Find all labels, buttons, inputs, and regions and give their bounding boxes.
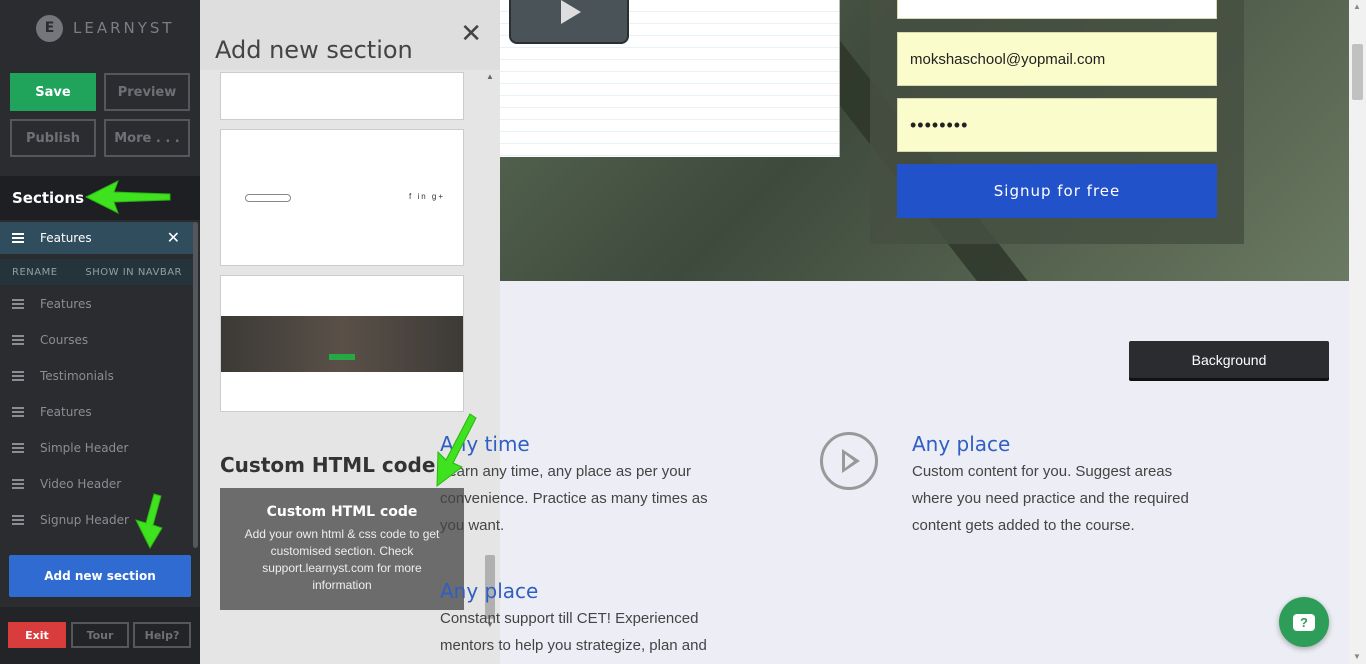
panel-scrollbar[interactable]: ▲ ▼	[485, 72, 495, 632]
section-item[interactable]: Simple Header	[0, 430, 194, 466]
section-template-thumbnail[interactable]	[220, 72, 464, 120]
chat-button[interactable]: ?	[1279, 597, 1329, 647]
signup-button[interactable]: Signup for free	[897, 164, 1217, 218]
section-item-label: Simple Header	[40, 441, 129, 455]
play-icon[interactable]	[509, 0, 629, 44]
feature-title: Any place	[912, 432, 1011, 456]
active-section-item[interactable]: Features ✕	[0, 222, 194, 254]
signup-form: mokshaschool@yopmail.com •••••••• Signup…	[870, 0, 1244, 244]
app-root: E LEARNYST Save Preview Publish More . .…	[0, 0, 1366, 664]
play-circle-icon	[820, 432, 878, 490]
page-scroll-thumb[interactable]	[1352, 44, 1363, 100]
hero-section: mokshaschool@yopmail.com •••••••• Signup…	[500, 0, 1349, 281]
show-in-navbar-link[interactable]: SHOW IN NAVBAR	[85, 267, 182, 278]
drag-handle-icon[interactable]	[12, 477, 24, 491]
drag-handle-icon[interactable]	[12, 441, 24, 455]
drag-handle-icon[interactable]	[12, 297, 24, 311]
scroll-down-icon[interactable]: ▼	[1353, 652, 1361, 661]
tour-button[interactable]: Tour	[71, 622, 129, 648]
name-field[interactable]	[897, 0, 1217, 19]
sidebar-scrollbar[interactable]	[193, 222, 198, 548]
save-button[interactable]: Save	[10, 73, 96, 111]
section-item[interactable]: Features	[0, 394, 194, 430]
section-item-label: Video Header	[40, 477, 122, 491]
more-button[interactable]: More . . .	[104, 119, 190, 157]
left-sidebar: E LEARNYST Save Preview Publish More . .…	[0, 0, 200, 664]
help-button[interactable]: Help?	[133, 622, 191, 648]
add-new-section-button[interactable]: Add new section	[9, 555, 191, 597]
logo-icon: E	[36, 14, 63, 42]
section-item-label: Features	[40, 405, 92, 419]
close-icon[interactable]: ✕	[167, 228, 180, 247]
scroll-up-icon[interactable]: ▲	[486, 72, 494, 81]
feature-description: Constant support till CET! Experienced m…	[440, 610, 707, 654]
thumbnail-button	[329, 354, 355, 360]
active-section-actions: RENAME SHOW IN NAVBAR	[0, 259, 194, 285]
preview-button[interactable]: Preview	[104, 73, 190, 111]
logo: E LEARNYST	[36, 14, 175, 42]
play-triangle-inner	[845, 454, 854, 468]
feature-description: Custom content for you. Suggest areas wh…	[912, 463, 1189, 534]
section-item-label: Features	[40, 297, 92, 311]
custom-card-title: Custom HTML code	[266, 504, 418, 520]
section-template-thumbnail[interactable]	[220, 275, 464, 412]
custom-html-heading: Custom HTML code	[220, 453, 436, 477]
feature-title: Any time	[440, 432, 530, 456]
drag-handle-icon[interactable]	[12, 333, 24, 347]
section-item-label: Testimonials	[40, 369, 114, 383]
feature-title: Any place	[440, 579, 539, 603]
thumbnail-banner	[221, 316, 463, 372]
page-scrollbar[interactable]: ▲ ▼	[1349, 0, 1366, 664]
feature-description: Learn any time, any place as per your co…	[440, 463, 708, 534]
custom-html-card[interactable]: Custom HTML code Add your own html & css…	[220, 488, 464, 610]
active-section-label: Features	[40, 231, 92, 245]
custom-card-description: Add your own html & css code to get cust…	[244, 527, 440, 592]
panel-title: Add new section	[215, 36, 413, 64]
section-item[interactable]: Courses	[0, 322, 194, 358]
background-button[interactable]: Background	[1129, 341, 1329, 378]
chat-icon: ?	[1293, 613, 1315, 631]
add-section-panel: Add new section ✕ f in g+ Custom HTML co…	[200, 0, 500, 664]
drag-handle-icon[interactable]	[12, 405, 24, 419]
drag-handle-icon[interactable]	[12, 369, 24, 383]
sections-heading: Sections	[0, 176, 200, 220]
section-item[interactable]: Features	[0, 286, 194, 322]
logo-text: LEARNYST	[73, 19, 175, 37]
email-field[interactable]: mokshaschool@yopmail.com	[897, 32, 1217, 86]
thumbnail-pill	[245, 194, 291, 202]
section-item[interactable]: Testimonials	[0, 358, 194, 394]
social-icons: f in g+	[409, 192, 446, 201]
section-item[interactable]: Video Header	[0, 466, 194, 502]
page-preview: mokshaschool@yopmail.com •••••••• Signup…	[440, 0, 1349, 664]
drag-handle-icon[interactable]	[12, 513, 24, 527]
panel-close-icon[interactable]: ✕	[460, 18, 482, 49]
exit-button[interactable]: Exit	[8, 622, 66, 648]
drag-handle-icon[interactable]	[12, 231, 24, 245]
scroll-up-icon[interactable]: ▲	[1353, 2, 1361, 11]
section-item-label: Signup Header	[40, 513, 129, 527]
section-item-label: Courses	[40, 333, 89, 347]
section-template-thumbnail[interactable]: f in g+	[220, 129, 464, 266]
section-list: Features Courses Testimonials Features S…	[0, 286, 194, 538]
section-item[interactable]: Signup Header	[0, 502, 194, 538]
publish-button[interactable]: Publish	[10, 119, 96, 157]
rename-link[interactable]: RENAME	[12, 267, 58, 278]
video-thumbnail	[500, 0, 840, 157]
password-field[interactable]: ••••••••	[897, 98, 1217, 152]
play-triangle	[842, 449, 860, 473]
